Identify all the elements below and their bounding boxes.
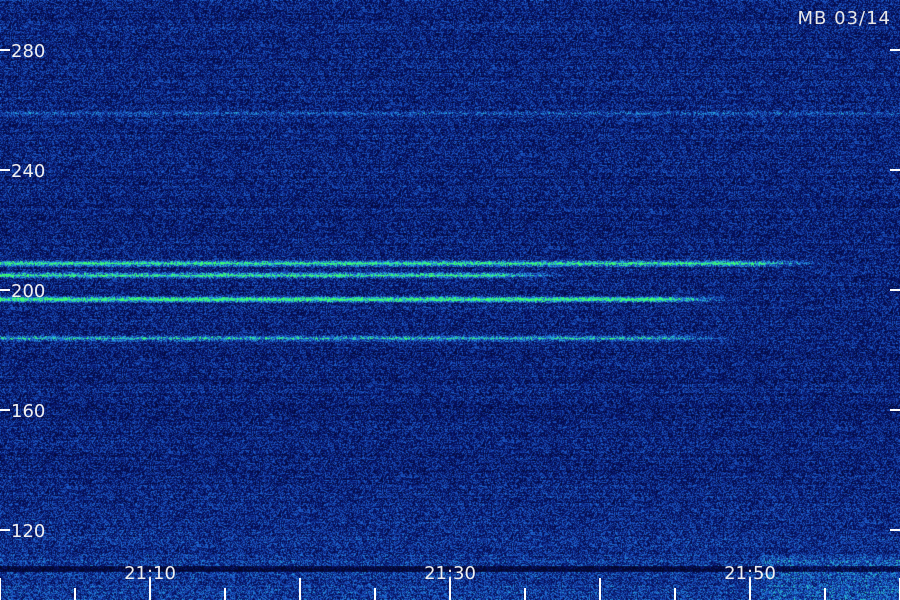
x-axis: 21:10 21:30 21:50 [0, 563, 900, 600]
axis-overlay: 120 160 200 240 280 21:10 21:30 21:50 MB 03/14 [0, 8, 900, 600]
y-tick-label: 160 [11, 401, 45, 422]
y-tick-label: 240 [11, 161, 45, 182]
spectrogram-chart: 120 160 200 240 280 21:10 21:30 21:50 MB 03/14 [0, 0, 900, 600]
x-tick-label: 21:10 [124, 563, 176, 584]
y-tick-label: 200 [11, 281, 45, 302]
y-tick-label: 280 [11, 41, 45, 62]
x-tick-label: 21:30 [424, 563, 476, 584]
y-tick-label: 120 [11, 521, 45, 542]
y-axis: 120 160 200 240 280 [0, 41, 900, 542]
chart-title: MB 03/14 [798, 8, 891, 29]
x-tick-label: 21:50 [724, 563, 776, 584]
